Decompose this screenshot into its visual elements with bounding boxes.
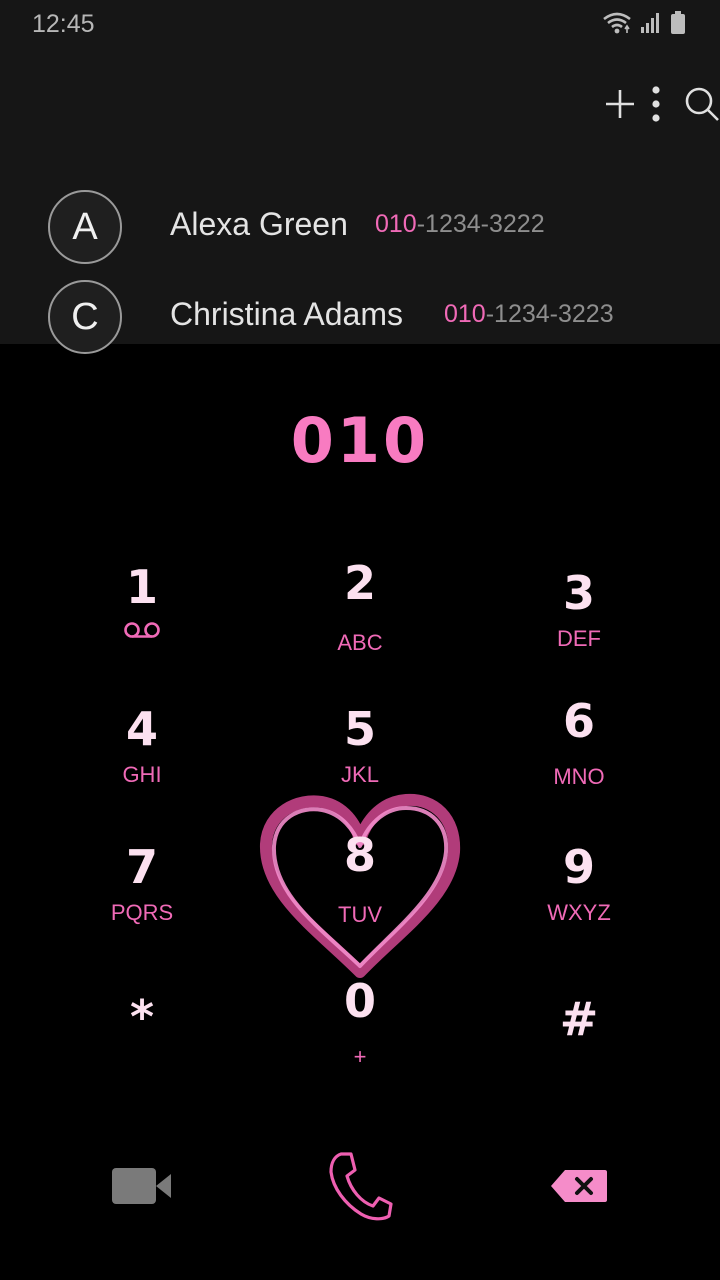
wifi-icon [602, 11, 632, 39]
contact-row[interactable]: A Alexa Green 010-1234-3222 [0, 190, 720, 280]
contact-name: Alexa Green [170, 206, 348, 242]
key-letters: PQRS [110, 900, 174, 925]
more-vert-icon [652, 86, 660, 122]
key-digit: # [559, 992, 599, 1046]
video-call-icon [112, 1168, 171, 1204]
key-5[interactable]: 5 JKL [260, 702, 460, 822]
status-bar: 12:45 [0, 0, 720, 50]
avatar: A [48, 190, 122, 264]
key-digit: 7 [125, 840, 158, 894]
key-digit: 0 [343, 974, 376, 1028]
search-results-panel: 12:45 A Alexa Green 010-1234-3222 C Chri… [0, 0, 720, 354]
key-8[interactable]: 8 TUV [260, 828, 460, 948]
contact-number: 010-1234-3223 [444, 300, 614, 329]
contact-row[interactable]: C Christina Adams 010-1234-3223 [0, 280, 720, 370]
key-letters: DEF [557, 626, 601, 651]
key-digit: 6 [562, 694, 595, 748]
key-hash[interactable]: # [479, 992, 679, 1112]
contact-number: 010-1234-3222 [375, 210, 545, 239]
key-letters [42, 620, 242, 646]
number-rest: -1234-3222 [416, 210, 545, 238]
dialer-screen: 12:45 A Alexa Green 010-1234-3222 C Chri… [0, 0, 720, 1280]
key-digit: 9 [562, 840, 595, 894]
video-call-button[interactable] [92, 1140, 192, 1232]
key-digit: 5 [343, 702, 376, 756]
key-4[interactable]: 4 GHI [42, 702, 242, 822]
call-icon [329, 1152, 393, 1221]
key-letters: GHI [122, 762, 162, 787]
more-options-button[interactable] [624, 72, 688, 136]
key-3[interactable]: 3 DEF [479, 566, 679, 686]
key-letters: WXYZ [547, 900, 611, 925]
key-letters: JKL [341, 762, 379, 787]
call-button[interactable] [310, 1140, 410, 1232]
key-letters: + [353, 1044, 367, 1069]
key-letters: TUV [338, 902, 382, 927]
key-2[interactable]: 2 ABC [260, 556, 460, 676]
key-9[interactable]: 9 WXYZ [479, 840, 679, 960]
key-7[interactable]: 7 PQRS [42, 840, 242, 960]
contact-name: Christina Adams [170, 296, 403, 332]
signal-icon [640, 12, 662, 38]
key-digit: 2 [343, 556, 376, 610]
voicemail-icon [124, 622, 160, 638]
key-digit: 4 [125, 702, 158, 756]
avatar: C [48, 280, 122, 354]
key-star[interactable]: * [42, 990, 242, 1110]
status-time: 12:45 [32, 10, 95, 38]
backspace-icon [551, 1170, 607, 1202]
backspace-button[interactable] [529, 1140, 629, 1232]
key-1[interactable]: 1 [42, 560, 242, 680]
key-0[interactable]: 0 + [260, 974, 460, 1094]
status-icons [602, 11, 686, 39]
key-digit: * [129, 990, 155, 1044]
number-match: 010 [375, 210, 417, 238]
number-rest: -1234-3223 [485, 300, 614, 328]
key-digit: 3 [562, 566, 595, 620]
number-match: 010 [444, 300, 486, 328]
key-6[interactable]: 6 MNO [479, 694, 679, 814]
key-digit: 1 [125, 560, 158, 614]
key-letters: ABC [337, 630, 383, 655]
key-digit: 8 [343, 828, 376, 882]
battery-icon [670, 11, 686, 39]
dialed-number-display[interactable]: 010 [0, 404, 720, 477]
key-letters: MNO [553, 764, 605, 789]
